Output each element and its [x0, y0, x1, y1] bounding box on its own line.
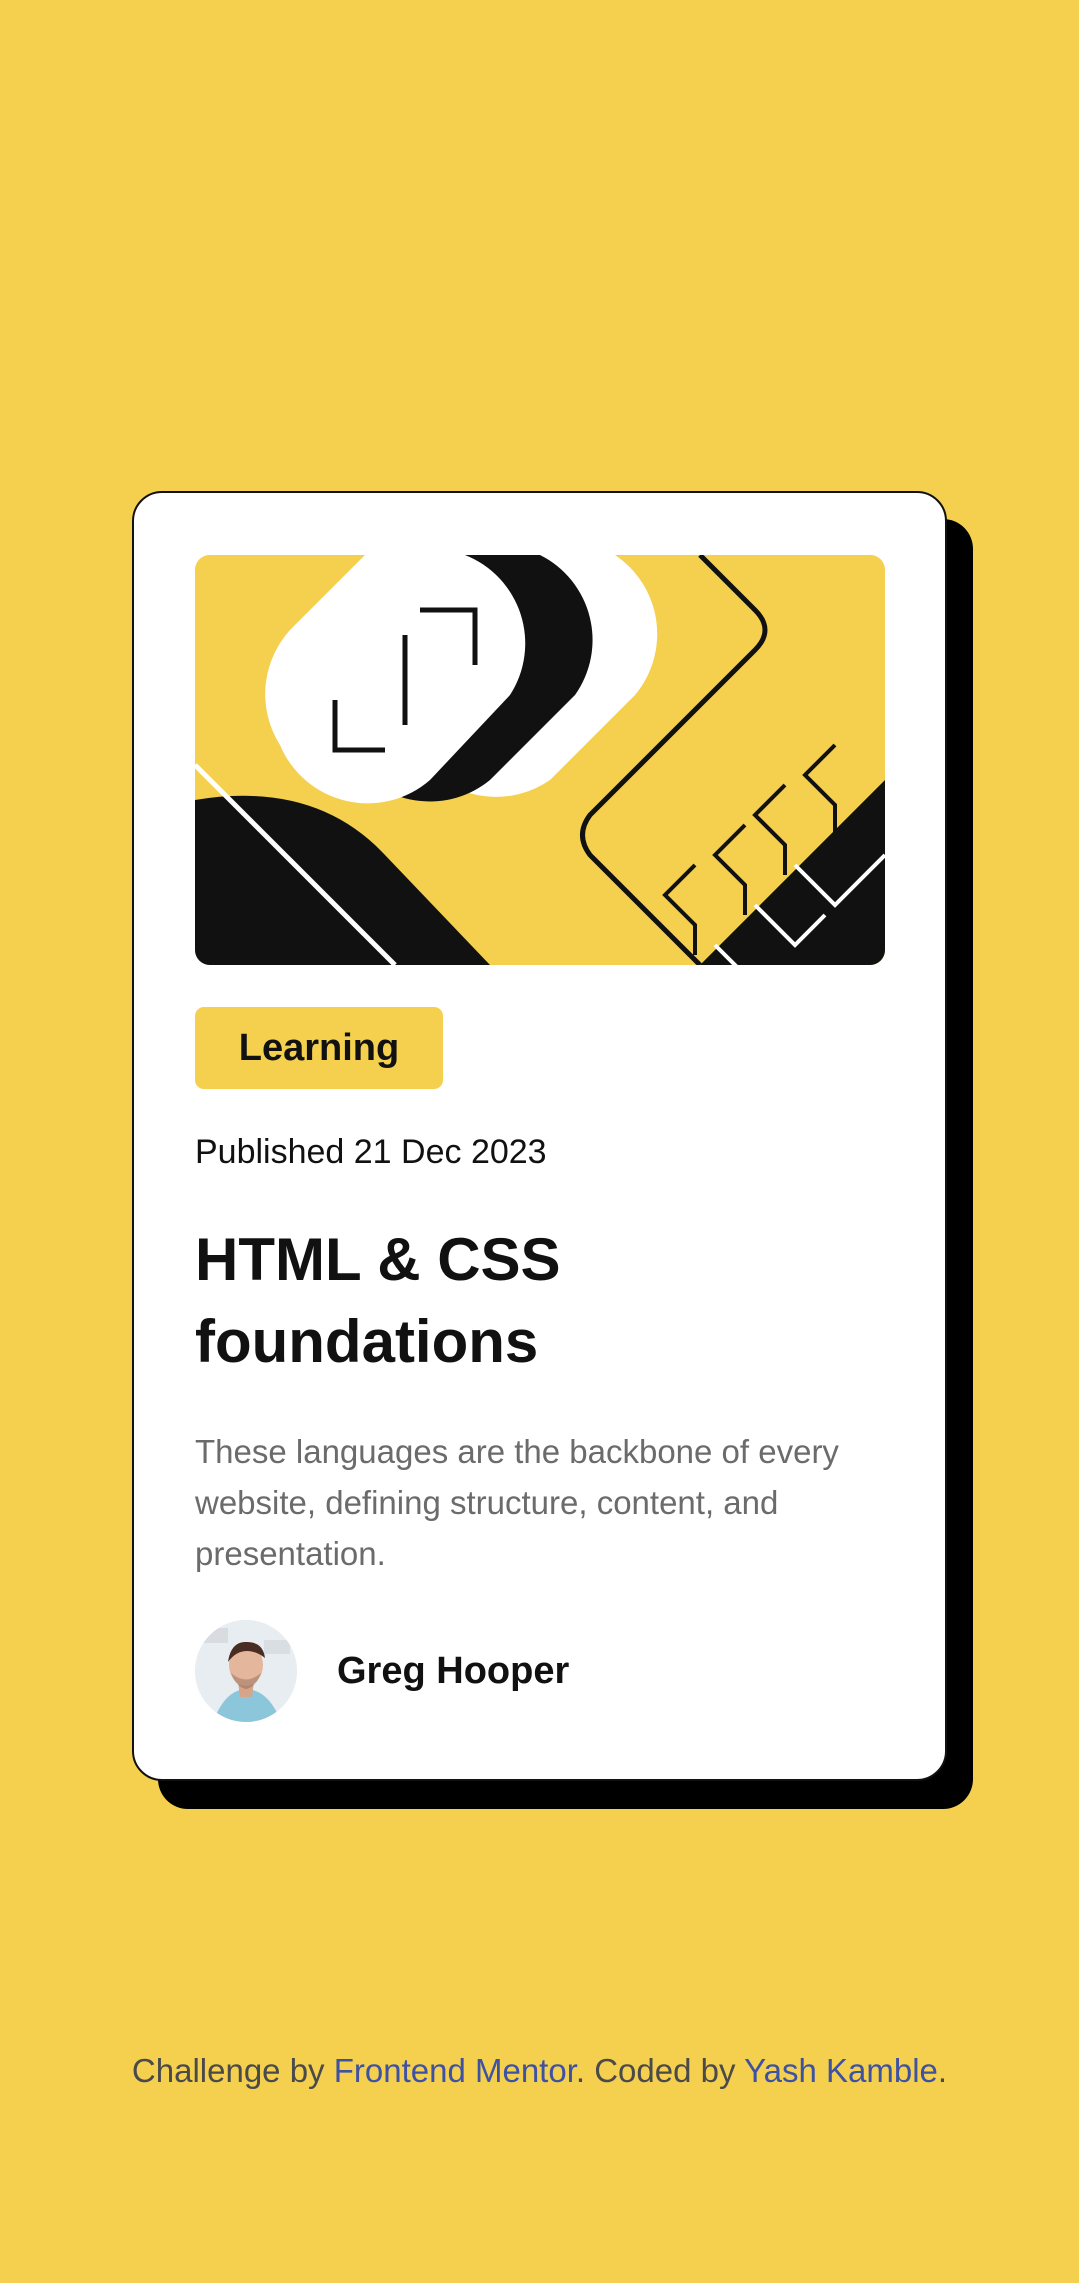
article-description: These languages are the backbone of ever…	[195, 1433, 839, 1572]
hero-illustration-icon	[195, 555, 885, 965]
blog-preview-card: Learning Published 21 Dec 2023 HTML & CS…	[132, 491, 947, 1781]
author-link[interactable]: Yash Kamble	[744, 2052, 938, 2089]
frontend-mentor-link[interactable]: Frontend Mentor	[334, 2052, 576, 2089]
attribution-footer: Challenge by Frontend Mentor. Coded by Y…	[0, 2052, 1079, 2090]
category-tag: Learning	[195, 1007, 443, 1089]
author-name: Greg Hooper	[337, 1649, 570, 1692]
article-title-link[interactable]: HTML & CSS foundations	[195, 1219, 875, 1383]
published-date: Published 21 Dec 2023	[195, 1133, 547, 1171]
avatar-photo-icon	[195, 1620, 297, 1722]
attribution-middle: . Coded by	[575, 2052, 745, 2089]
attribution-prefix: Challenge by	[131, 2052, 334, 2089]
author-info: Greg Hooper	[195, 1620, 569, 1722]
attribution-suffix: .	[937, 2052, 948, 2089]
